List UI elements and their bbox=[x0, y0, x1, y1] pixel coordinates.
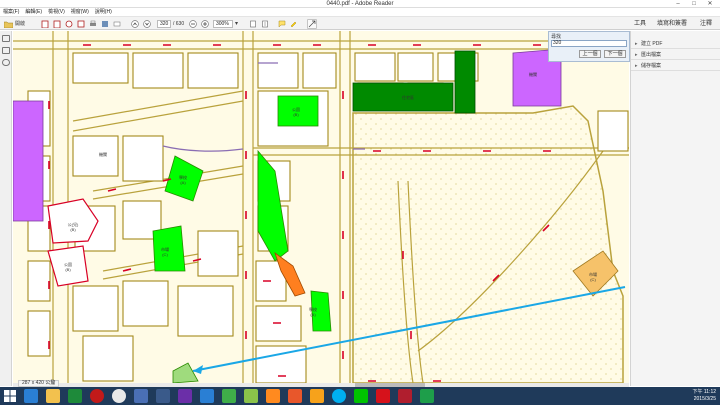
taskbar: 下午 11:12 2015/3/25 bbox=[0, 387, 720, 405]
sign-icon[interactable] bbox=[76, 19, 86, 29]
menu-edit[interactable]: 編輯(E) bbox=[22, 8, 45, 16]
window-title: 0440.pdf - Adobe Reader bbox=[326, 1, 394, 7]
app-icon-5[interactable] bbox=[244, 389, 258, 403]
tools-link[interactable]: 工具 bbox=[634, 19, 646, 29]
scroll-mode-icon[interactable] bbox=[260, 19, 270, 29]
open-folder-icon[interactable] bbox=[3, 19, 14, 29]
map-label-sub: (A) bbox=[310, 312, 316, 317]
page-number-input[interactable]: 320 bbox=[157, 20, 171, 28]
zoning-map: 公園(B)學校(A)市場(C)機關住宅區公(兒)(B)公園(B)學校(A)市場(… bbox=[13, 31, 629, 383]
find-next-button[interactable]: 下一個 bbox=[604, 50, 626, 58]
map-label-sub: (C) bbox=[162, 252, 168, 257]
map-label-sub: (B) bbox=[293, 112, 299, 117]
visual-studio-icon[interactable] bbox=[178, 389, 192, 403]
zoom-out-icon[interactable] bbox=[188, 19, 198, 29]
menu-window[interactable]: 視窗(W) bbox=[68, 8, 92, 16]
attachments-icon[interactable] bbox=[2, 47, 10, 54]
zoom-level-select[interactable]: 300% bbox=[213, 20, 233, 28]
fill-sign-link[interactable]: 填寫和簽署 bbox=[657, 19, 687, 29]
create-pdf-icon[interactable] bbox=[40, 19, 50, 29]
adobe-reader-icon[interactable] bbox=[376, 389, 390, 403]
menu-help[interactable]: 說明(H) bbox=[92, 8, 115, 16]
toolbar: 開啟 320 / 630 300% ▾ 工具 填寫和簽署 注釋 bbox=[0, 16, 720, 30]
fit-page-icon[interactable] bbox=[248, 19, 258, 29]
map-label-sub: (A) bbox=[180, 180, 186, 185]
email-icon[interactable] bbox=[112, 19, 122, 29]
close-button[interactable]: ✕ bbox=[702, 0, 718, 8]
clock-time: 下午 11:12 bbox=[692, 389, 716, 395]
menu-view[interactable]: 檢視(V) bbox=[45, 8, 68, 16]
title-bar: 0440.pdf - Adobe Reader – □ ✕ bbox=[0, 0, 720, 8]
signatures-icon[interactable] bbox=[2, 59, 10, 66]
system-tray[interactable]: 下午 11:12 2015/3/25 bbox=[656, 389, 716, 403]
export-file-item[interactable]: ▸ 匯出檔案 bbox=[631, 50, 720, 60]
comment-link[interactable]: 注釋 bbox=[700, 19, 712, 29]
school-zone-left bbox=[13, 100, 44, 222]
app-icon-7[interactable] bbox=[288, 389, 302, 403]
navigation-pane bbox=[0, 31, 12, 386]
skype-icon[interactable] bbox=[332, 389, 346, 403]
app-icon-9[interactable] bbox=[420, 389, 434, 403]
excel-icon[interactable] bbox=[68, 389, 82, 403]
share-icon[interactable] bbox=[64, 19, 74, 29]
find-input[interactable]: 320 bbox=[551, 40, 627, 47]
clock-date: 2015/3/25 bbox=[693, 396, 716, 402]
expand-icon[interactable] bbox=[307, 19, 317, 29]
app-icon-4[interactable] bbox=[222, 389, 236, 403]
next-page-icon[interactable] bbox=[142, 19, 152, 29]
app-icon-1[interactable] bbox=[134, 389, 148, 403]
media-icon[interactable] bbox=[90, 389, 104, 403]
save-icon[interactable] bbox=[100, 19, 110, 29]
menu-file[interactable]: 檔案(F) bbox=[0, 8, 22, 16]
comment-bubble-icon[interactable] bbox=[277, 19, 287, 29]
app-icon-2[interactable] bbox=[156, 389, 170, 403]
app-icon-3[interactable] bbox=[200, 389, 214, 403]
find-label: 尋找 bbox=[551, 34, 562, 40]
map-label: 住宅區 bbox=[402, 94, 414, 100]
app-icon-8[interactable] bbox=[310, 389, 324, 403]
map-label-sub: (C) bbox=[590, 277, 596, 282]
park-zone-3 bbox=[152, 225, 186, 272]
chrome-icon[interactable] bbox=[112, 389, 126, 403]
find-previous-button[interactable]: 上一個 bbox=[579, 50, 601, 58]
print-icon[interactable] bbox=[88, 19, 98, 29]
save-file-label: 儲存檔案 bbox=[641, 63, 662, 69]
create-pdf-label: 建立 PDF bbox=[641, 41, 663, 47]
document-view[interactable]: 公園 (B) 學校 (A) 市場 (C) 機關 住宅區 公(兒) (B) 公園 (B) 學校 (A) 市場(… bbox=[13, 31, 629, 383]
highlight-icon[interactable] bbox=[289, 19, 299, 29]
map-label-sub: (B) bbox=[65, 267, 71, 272]
previous-page-icon[interactable] bbox=[130, 19, 140, 29]
minimize-button[interactable]: – bbox=[670, 0, 686, 8]
save-file-item[interactable]: ▸ 儲存檔案 bbox=[631, 61, 720, 71]
zoom-in-icon[interactable] bbox=[200, 19, 210, 29]
edit-pdf-icon[interactable] bbox=[52, 19, 62, 29]
forest-strip bbox=[454, 50, 476, 114]
create-pdf-item[interactable]: ▸ 建立 PDF bbox=[631, 39, 720, 49]
map-label: 機關 bbox=[99, 151, 107, 157]
windows-start-icon[interactable] bbox=[4, 390, 16, 402]
page-total: / 630 bbox=[173, 21, 185, 27]
export-file-label: 匯出檔案 bbox=[641, 52, 662, 58]
find-toolbar: 尋找 320 上一個 下一個 bbox=[548, 31, 630, 62]
line-icon[interactable] bbox=[354, 389, 368, 403]
maximize-button[interactable]: □ bbox=[686, 0, 702, 8]
ie-icon[interactable] bbox=[24, 389, 38, 403]
tools-panel: ▸ 建立 PDF ▸ 匯出檔案 ▸ 儲存檔案 bbox=[630, 31, 720, 386]
file-explorer-icon[interactable] bbox=[46, 389, 60, 403]
menu-bar: 檔案(F) 編輯(E) 檢視(V) 視窗(W) 說明(H) bbox=[0, 8, 720, 16]
map-label: 機關 bbox=[529, 71, 537, 77]
open-button-label[interactable]: 開啟 bbox=[15, 20, 25, 28]
map-label-sub: (B) bbox=[70, 227, 76, 232]
app-icon-6[interactable] bbox=[266, 389, 280, 403]
page-thumbnails-icon[interactable] bbox=[2, 35, 10, 42]
zoom-dropdown-icon[interactable]: ▾ bbox=[233, 19, 240, 29]
page-size-label: 287 x 420 公釐 bbox=[18, 380, 60, 387]
pdf-app-icon[interactable] bbox=[398, 389, 412, 403]
